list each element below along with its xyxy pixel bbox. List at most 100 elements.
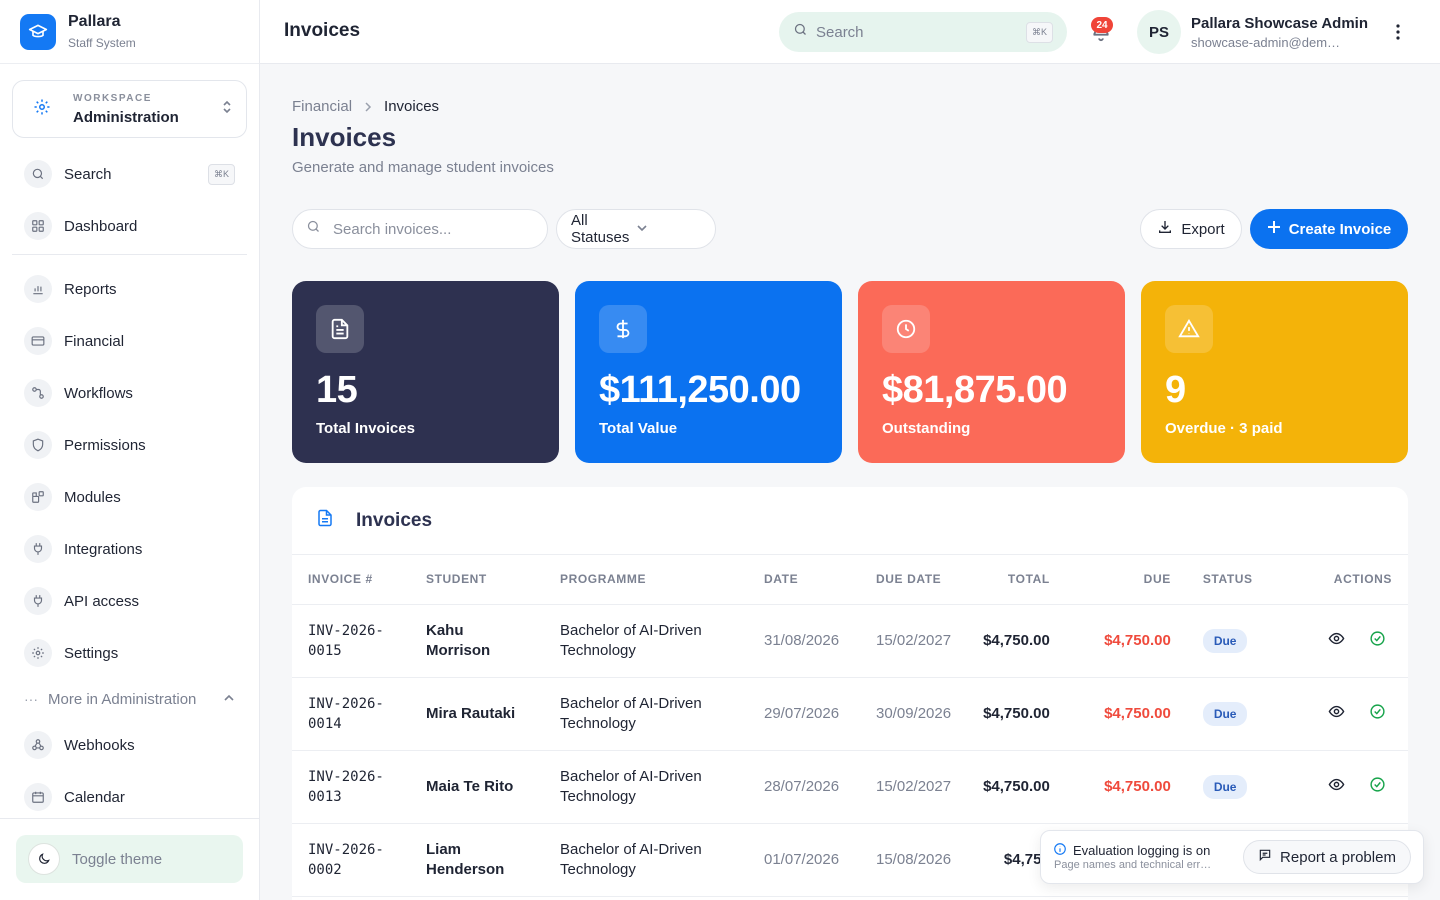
- column-header-total[interactable]: TOTAL: [967, 555, 1066, 605]
- stat-value: 15: [316, 369, 358, 411]
- table-row[interactable]: INV-2026-0013 Maia Te Rito Bachelor of A…: [292, 750, 1408, 824]
- sidebar-item-api-access[interactable]: API access: [12, 575, 247, 627]
- due-amount: $4,750.00: [1065, 677, 1187, 751]
- warning-icon: [1165, 305, 1213, 353]
- workspace-name: Administration: [73, 108, 179, 126]
- column-header-student[interactable]: STUDENT: [410, 555, 544, 605]
- sidebar-item-label: Calendar: [64, 788, 125, 806]
- stat-card-overdue: 9 Overdue · 3 paid: [1141, 281, 1408, 463]
- plug-icon: [24, 587, 52, 615]
- chevron-up-icon: [223, 691, 235, 708]
- column-header-invoice[interactable]: INVOICE #: [292, 555, 410, 605]
- plug-icon: [24, 535, 52, 563]
- check-circle-icon[interactable]: [1369, 776, 1386, 797]
- due-date: 15/02/2027: [860, 604, 968, 678]
- toggle-theme-button[interactable]: Toggle theme: [16, 835, 243, 883]
- due-date: 15/08/2026: [860, 823, 968, 897]
- column-header-programme[interactable]: PROGRAMME: [544, 555, 748, 605]
- table-row[interactable]: INV-2026-0015 Kahu Morrison Bachelor of …: [292, 604, 1408, 678]
- sidebar-item-label: Search: [64, 165, 112, 183]
- info-icon: [1053, 842, 1067, 859]
- credit-card-icon: [24, 327, 52, 355]
- column-header-status[interactable]: STATUS: [1186, 555, 1307, 605]
- sidebar-item-settings[interactable]: Settings: [12, 627, 247, 679]
- status-filter-select[interactable]: All Statuses: [556, 209, 716, 249]
- sidebar-item-financial[interactable]: Financial: [12, 315, 247, 367]
- bar-chart-icon: [24, 275, 52, 303]
- global-search[interactable]: Search ⌘K: [779, 12, 1067, 52]
- sidebar-item-webhooks[interactable]: Webhooks: [12, 719, 247, 771]
- sidebar-item-search[interactable]: Search ⌘K: [12, 148, 247, 200]
- sidebar-item-label: Dashboard: [64, 217, 138, 235]
- column-header-due[interactable]: DUE: [1065, 555, 1187, 605]
- more-in-administration-toggle[interactable]: ··· More in Administration: [12, 679, 247, 719]
- invoice-number: INV-2026-0013: [292, 750, 410, 824]
- invoice-search-input[interactable]: [333, 220, 523, 238]
- sidebar-item-modules[interactable]: Modules: [12, 471, 247, 523]
- sidebar-item-label: API access: [64, 592, 140, 610]
- stat-label: Total Value: [599, 420, 678, 437]
- topbar-title: Invoices: [284, 20, 361, 41]
- check-circle-icon[interactable]: [1369, 703, 1386, 724]
- student-name: Mira Rautaki: [410, 677, 544, 751]
- webhook-icon: [24, 731, 52, 759]
- shortcut-hint: ⌘K: [207, 163, 235, 185]
- page-title: Invoices: [292, 122, 397, 152]
- check-circle-icon[interactable]: [1369, 630, 1386, 651]
- invoice-date: 29/07/2026: [748, 677, 860, 751]
- report-problem-button[interactable]: Report a problem: [1243, 840, 1411, 874]
- clock-icon: [882, 305, 930, 353]
- sidebar-footer: Toggle theme: [0, 818, 259, 900]
- sidebar-item-dashboard[interactable]: Dashboard: [12, 200, 247, 252]
- student-name: Kahu Morrison: [410, 604, 544, 678]
- column-header-due-date[interactable]: DUE DATE: [860, 555, 968, 605]
- sidebar-item-integrations[interactable]: Integrations: [12, 523, 247, 575]
- gear-icon: [24, 639, 52, 667]
- actions-cell: [1306, 604, 1408, 678]
- invoice-date: 01/07/2026: [748, 823, 860, 897]
- eye-icon[interactable]: [1328, 630, 1345, 651]
- eye-icon[interactable]: [1328, 703, 1345, 724]
- breadcrumb: Financial Invoices: [292, 98, 439, 115]
- create-invoice-label: Create Invoice: [1288, 220, 1392, 238]
- sidebar-item-label: Reports: [64, 280, 117, 298]
- export-button[interactable]: Export: [1140, 209, 1242, 249]
- search-icon: [793, 22, 808, 42]
- sidebar-item-permissions[interactable]: Permissions: [12, 419, 247, 471]
- report-problem-label: Report a problem: [1280, 848, 1396, 866]
- divider: [12, 254, 247, 255]
- toast-title: Evaluation logging is on: [1073, 843, 1211, 858]
- workspace-switcher[interactable]: WORKSPACE Administration: [12, 80, 247, 138]
- eye-icon[interactable]: [1328, 776, 1345, 797]
- toggle-theme-label: Toggle theme: [72, 850, 163, 868]
- sidebar-item-calendar[interactable]: Calendar: [12, 771, 247, 823]
- sidebar-item-workflows[interactable]: Workflows: [12, 367, 247, 419]
- student-name: Maia Te Rito: [410, 750, 544, 824]
- more-vertical-icon[interactable]: [1388, 22, 1408, 42]
- stat-card-total-invoices: 15 Total Invoices: [292, 281, 559, 463]
- avatar[interactable]: PS: [1137, 10, 1181, 54]
- actions-cell: [1306, 677, 1408, 751]
- moon-icon: [28, 843, 60, 875]
- create-invoice-button[interactable]: Create Invoice: [1250, 209, 1408, 249]
- status-cell: Due: [1186, 604, 1307, 678]
- sidebar-item-label: Financial: [64, 332, 125, 350]
- more-dots-icon: ···: [24, 691, 38, 707]
- notification-count-badge: 24: [1091, 17, 1113, 33]
- table-row[interactable]: INV-2026-0014 Mira Rautaki Bachelor of A…: [292, 677, 1408, 751]
- workflow-icon: [24, 379, 52, 407]
- sidebar-item-label: Integrations: [64, 540, 143, 558]
- column-header-date[interactable]: DATE: [748, 555, 860, 605]
- breadcrumb-financial[interactable]: Financial: [292, 98, 352, 115]
- sidebar-item-reports[interactable]: Reports: [12, 263, 247, 315]
- dashboard-icon: [24, 212, 52, 240]
- message-icon: [1258, 848, 1272, 866]
- sidebar-item-label: Workflows: [64, 384, 133, 402]
- total-amount: $4,750.00: [967, 677, 1066, 751]
- status-cell: Due: [1186, 677, 1307, 751]
- sidebar-nav: Search ⌘K Dashboard Reports Financial Wo…: [12, 148, 247, 823]
- column-header-actions: ACTIONS: [1306, 555, 1408, 605]
- global-search-placeholder: Search: [816, 23, 864, 41]
- toast-description: Page names and technical err…: [1054, 859, 1212, 871]
- document-icon: [316, 509, 334, 532]
